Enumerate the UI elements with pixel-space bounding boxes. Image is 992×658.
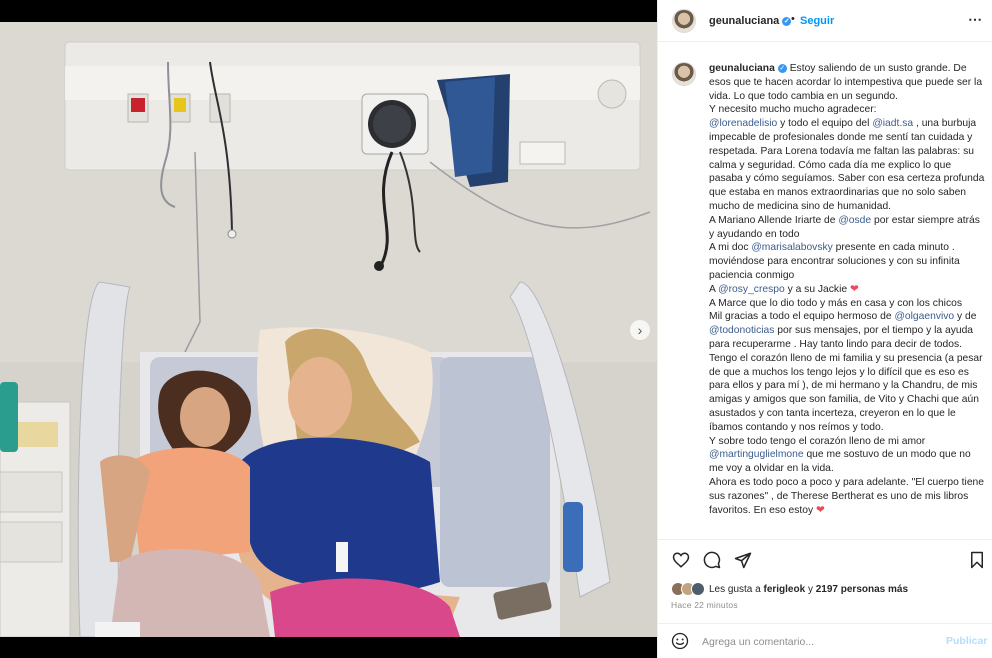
publish-button[interactable]: Publicar: [946, 635, 987, 647]
heart-icon[interactable]: [672, 551, 690, 569]
comment-icon[interactable]: [703, 551, 721, 569]
caption-text: , una burbuja impecable de profesionales…: [709, 118, 985, 212]
caption-text: A mi doc: [709, 242, 752, 254]
mention-link[interactable]: @martingugliel­mone: [709, 449, 804, 460]
mention-link[interactable]: @iadt.sa: [872, 118, 913, 129]
mention-link[interactable]: @osde: [838, 215, 871, 226]
caption-scroll-area[interactable]: geunaluciana ✓ Estoy saliendo de un susto…: [658, 42, 992, 540]
liker-username[interactable]: ferigleok: [763, 584, 805, 595]
verified-badge-icon: ✓: [777, 64, 787, 73]
caption-text: y todo el equipo del: [777, 118, 873, 130]
liker-avatar: [691, 582, 705, 596]
caption-paragraph: Tengo el corazón lleno de mi familia y s…: [709, 352, 987, 435]
likes-text: Les gusta a ferigleok y 2197 personas má…: [709, 583, 909, 595]
caption-text: Y sobre todo tengo el corazón lleno de m…: [709, 435, 926, 447]
separator-dot: •: [791, 13, 795, 25]
comment-input[interactable]: [700, 632, 924, 652]
hospital-photo: [0, 22, 657, 637]
caption-paragraph: A mi doc @marisalabovsky presente en cad…: [709, 241, 987, 282]
header-username[interactable]: geunaluciana ✓: [709, 15, 792, 27]
likes-count[interactable]: 2197 personas más: [816, 584, 908, 595]
chevron-right-icon: ›: [637, 322, 643, 338]
heart-emoji-icon: ❤: [849, 283, 859, 295]
caption-text: A Mariano Allende Iriarte de: [709, 214, 839, 226]
post-timestamp[interactable]: Hace 22 minutos: [671, 600, 738, 610]
more-options-icon[interactable]: ⋯: [968, 11, 983, 28]
caption-paragraph: geunaluciana ✓ Estoy saliendo de un susto…: [709, 62, 987, 103]
verified-badge-icon: ✓: [782, 17, 792, 26]
caption-text: Mil gracias a todo el equipo hermoso de: [709, 311, 895, 323]
share-icon[interactable]: [734, 551, 752, 569]
caption-text: y de: [954, 311, 977, 323]
mention-link[interactable]: @lorenadelisio: [709, 118, 777, 129]
caption-paragraph: Y sobre todo tengo el corazón lleno de m…: [709, 435, 987, 476]
caption-text: A Marce que lo dio todo y más en casa y …: [709, 297, 962, 309]
post-photo[interactable]: ›: [0, 0, 657, 658]
caption-avatar[interactable]: [672, 62, 696, 86]
follow-button[interactable]: Seguir: [800, 15, 834, 27]
caption-paragraph: Ahora es todo poco a poco y para adelant…: [709, 476, 987, 517]
caption-paragraph: Y necesito mucho mucho agradecer:: [709, 103, 987, 117]
caption-paragraph: A @rosy_crespo y a su Jackie ❤: [709, 283, 987, 297]
mention-link[interactable]: @rosy_crespo: [718, 284, 785, 295]
caption-paragraph: A Marce que lo dio todo y más en casa y …: [709, 297, 987, 311]
caption-paragraph: A Mariano Allende Iriarte de @osde por e…: [709, 214, 987, 242]
comment-bar: Publicar: [658, 623, 992, 658]
caption-text: Ahora es todo poco a poco y para adelant…: [709, 476, 984, 516]
post-caption: geunaluciana ✓ Estoy saliendo de un susto…: [709, 62, 987, 517]
next-image-button[interactable]: ›: [630, 320, 650, 340]
caption-text: Y necesito mucho mucho agradecer:: [709, 104, 877, 116]
caption-paragraph: @lorenadelisio y todo el equipo del @iad…: [709, 117, 987, 214]
caption-text: y a su Jackie: [784, 283, 850, 295]
mention-link[interactable]: @todonoticias: [709, 325, 774, 336]
heart-emoji-icon: ❤: [816, 504, 825, 516]
avatar[interactable]: [672, 9, 696, 33]
bookmark-icon[interactable]: [968, 551, 986, 569]
likes-summary[interactable]: Les gusta a ferigleok y 2197 personas má…: [671, 582, 908, 596]
mention-link[interactable]: @marisalabovsky: [751, 242, 832, 253]
caption-username[interactable]: geunaluciana: [709, 63, 775, 74]
caption-text: Tengo el corazón lleno de mi familia y s…: [709, 352, 983, 433]
post-sidebar: geunaluciana ✓ • Seguir ⋯ geunaluciana ✓ E…: [657, 0, 992, 658]
post-header: geunaluciana ✓ • Seguir ⋯: [658, 0, 992, 42]
emoji-icon[interactable]: [671, 632, 689, 650]
action-bar: [658, 540, 992, 580]
mention-link[interactable]: @olgaenvivo: [894, 311, 954, 322]
caption-paragraph: Mil gracias a todo el equipo hermoso de …: [709, 310, 987, 351]
caption-text: A: [709, 283, 719, 295]
